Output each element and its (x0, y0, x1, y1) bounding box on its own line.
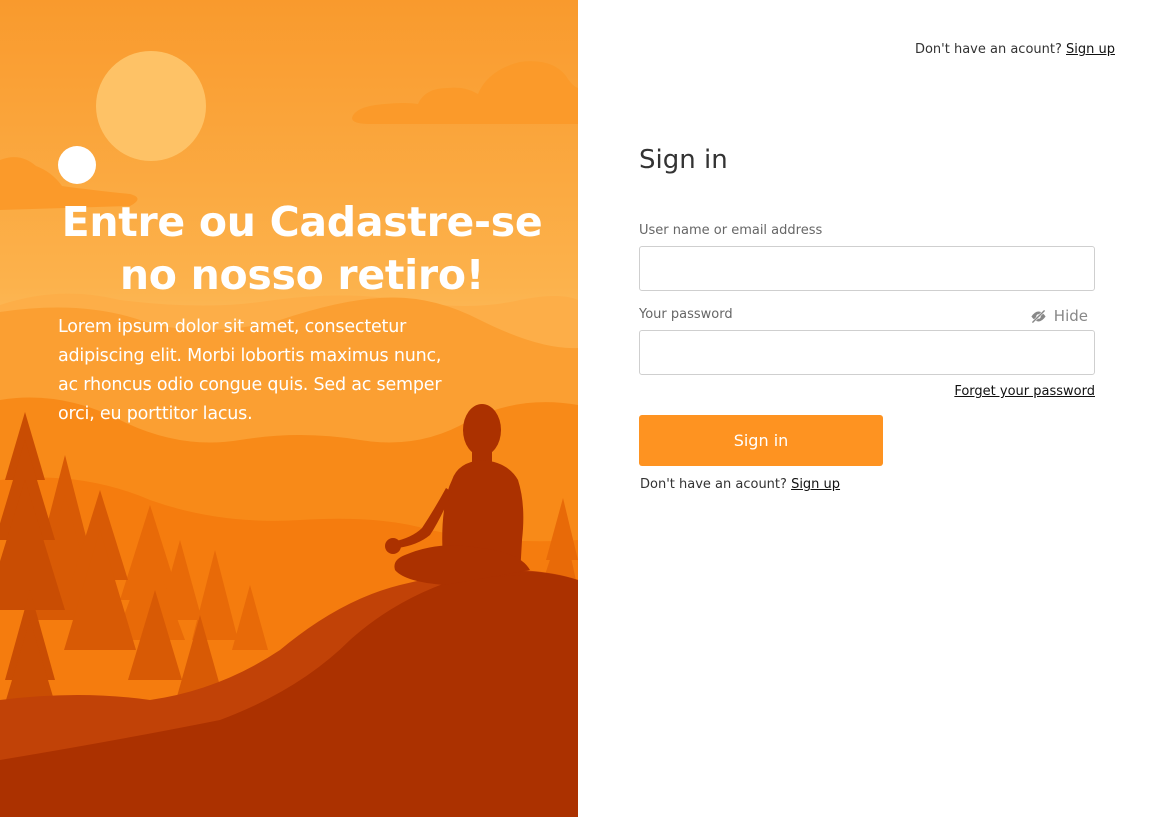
sun-shape (96, 51, 206, 161)
hide-password-toggle[interactable]: Hide (1030, 307, 1088, 325)
header-signup-link[interactable]: Sign up (1066, 42, 1115, 57)
footer-signup-prompt: Don't have an acount? Sign up (640, 477, 840, 492)
hero-panel: Entre ou Cadastre-se no nosso retiro! Lo… (0, 0, 578, 817)
hero-title: Entre ou Cadastre-se no nosso retiro! (61, 198, 543, 299)
signin-title: Sign in (639, 145, 728, 175)
signin-panel: Don't have an acount? Sign up Sign in Us… (578, 0, 1155, 817)
eye-slash-icon (1030, 308, 1047, 325)
header-signup-text: Don't have an acount? (914, 42, 1062, 57)
password-label: Your password (639, 307, 733, 322)
signin-button[interactable]: Sign in (639, 415, 883, 466)
login-page: Entre ou Cadastre-se no nosso retiro! Lo… (0, 0, 1155, 817)
moon-shape (58, 146, 96, 184)
footer-signup-link[interactable]: Sign up (791, 477, 840, 492)
footer-signup-text: Don't have an acount? (640, 477, 787, 492)
hero-description: Lorem ipsum dolor sit amet, consectetur … (58, 317, 442, 424)
password-input[interactable] (639, 330, 1095, 375)
hide-label: Hide (1053, 307, 1088, 325)
header-signup-prompt: Don't have an acount? Sign up (915, 42, 1115, 57)
username-label: User name or email address (639, 223, 823, 238)
username-input[interactable] (639, 246, 1095, 291)
forgot-password-link[interactable]: Forget your password (954, 384, 1095, 399)
